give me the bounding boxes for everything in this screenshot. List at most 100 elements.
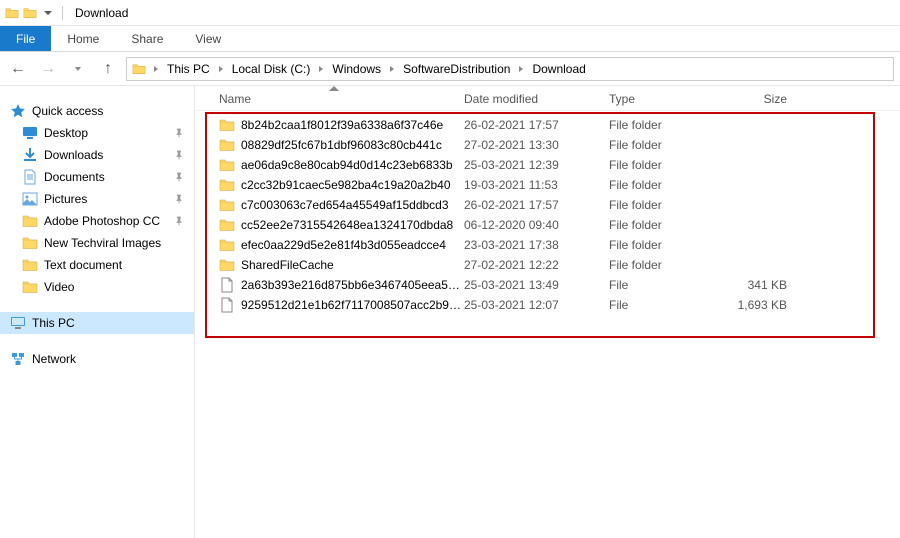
- sidebar-item-text-document[interactable]: Text document: [0, 254, 194, 276]
- qat-divider: [62, 6, 63, 20]
- file-name-cell: 08829df25fc67b1dbf96083c80cb441c: [219, 137, 464, 153]
- column-type[interactable]: Type: [609, 92, 719, 106]
- pin-icon: [174, 150, 184, 160]
- desktop-icon: [22, 125, 38, 141]
- pictures-icon: [22, 191, 38, 207]
- file-name: c7c003063c7ed654a45549af15ddbcd3: [241, 198, 449, 212]
- star-icon: [10, 103, 26, 119]
- file-row[interactable]: c7c003063c7ed654a45549af15ddbcd326-02-20…: [195, 195, 900, 215]
- file-name-cell: c7c003063c7ed654a45549af15ddbcd3: [219, 197, 464, 213]
- file-date: 27-02-2021 12:22: [464, 258, 609, 272]
- up-button[interactable]: [96, 57, 120, 81]
- title-bar: Download: [0, 0, 900, 26]
- back-button[interactable]: [6, 57, 30, 81]
- sidebar-item-documents[interactable]: Documents: [0, 166, 194, 188]
- sidebar-item-video[interactable]: Video: [0, 276, 194, 298]
- file-row[interactable]: cc52ee2e7315542648ea1324170dbda806-12-20…: [195, 215, 900, 235]
- breadcrumb-softwaredistribution[interactable]: SoftwareDistribution: [401, 62, 512, 76]
- documents-icon: [22, 169, 38, 185]
- sidebar-this-pc[interactable]: This PC: [0, 312, 194, 334]
- sidebar-item-label: Adobe Photoshop CC: [44, 214, 160, 228]
- network-icon: [10, 351, 26, 367]
- file-date: 27-02-2021 13:30: [464, 138, 609, 152]
- file-row[interactable]: ae06da9c8e80cab94d0d14c23eb6833b25-03-20…: [195, 155, 900, 175]
- file-row[interactable]: 2a63b393e216d875bb6e3467405eea5e56c...25…: [195, 275, 900, 295]
- tab-share[interactable]: Share: [115, 26, 179, 51]
- arrow-up-icon: [104, 60, 112, 78]
- breadcrumb-download[interactable]: Download: [530, 62, 587, 76]
- file-name: 9259512d21e1b62f7117008507acc2b972f7...: [241, 298, 464, 312]
- tab-home[interactable]: Home: [51, 26, 115, 51]
- file-type: File folder: [609, 238, 719, 252]
- file-name: 8b24b2caa1f8012f39a6338a6f37c46e: [241, 118, 443, 132]
- file-name: 08829df25fc67b1dbf96083c80cb441c: [241, 138, 442, 152]
- chevron-right-icon: [219, 66, 223, 72]
- column-name[interactable]: Name: [219, 92, 464, 106]
- recent-locations-button[interactable]: [66, 57, 90, 81]
- app-folder-icon: [4, 5, 20, 21]
- chevron-right-icon: [154, 66, 158, 72]
- quick-access-group: Quick access Desktop Downloads Documents Pi…: [0, 100, 194, 298]
- file-pane: Name Date modified Type Size 8b24b2caa1f…: [195, 86, 900, 538]
- file-name: c2cc32b91caec5e982ba4c19a20a2b40: [241, 178, 451, 192]
- sidebar-network[interactable]: Network: [0, 348, 194, 370]
- qat-folder-icon[interactable]: [22, 5, 38, 21]
- breadcrumb-local-disk[interactable]: Local Disk (C:): [230, 62, 313, 76]
- this-pc-icon: [10, 315, 26, 331]
- file-name: ae06da9c8e80cab94d0d14c23eb6833b: [241, 158, 453, 172]
- sidebar-item-label: Desktop: [44, 126, 88, 140]
- sidebar-item-pictures[interactable]: Pictures: [0, 188, 194, 210]
- breadcrumb-windows[interactable]: Windows: [330, 62, 383, 76]
- navigation-bar: This PC Local Disk (C:) Windows Software…: [0, 52, 900, 86]
- forward-button[interactable]: [36, 57, 60, 81]
- chevron-right-icon: [390, 66, 394, 72]
- sidebar-item-new-techviral-images[interactable]: New Techviral Images: [0, 232, 194, 254]
- file-row[interactable]: efec0aa229d5e2e81f4b3d055eadcce423-03-20…: [195, 235, 900, 255]
- downloads-icon: [22, 147, 38, 163]
- sidebar-item-desktop[interactable]: Desktop: [0, 122, 194, 144]
- column-date[interactable]: Date modified: [464, 92, 609, 106]
- sidebar-quick-access[interactable]: Quick access: [0, 100, 194, 122]
- quick-access-toolbar: [4, 5, 67, 21]
- chevron-right-icon: [319, 66, 323, 72]
- chevron-right-icon: [519, 66, 523, 72]
- pin-icon: [174, 128, 184, 138]
- file-name-cell: efec0aa229d5e2e81f4b3d055eadcce4: [219, 237, 464, 253]
- file-type: File folder: [609, 178, 719, 192]
- address-bar[interactable]: This PC Local Disk (C:) Windows Software…: [126, 57, 894, 81]
- file-name: 2a63b393e216d875bb6e3467405eea5e56c...: [241, 278, 464, 292]
- sidebar-item-label: Downloads: [44, 148, 103, 162]
- sidebar-item-label: Documents: [44, 170, 105, 184]
- file-type: File folder: [609, 198, 719, 212]
- body: Quick access Desktop Downloads Documents Pi…: [0, 86, 900, 538]
- pin-icon: [174, 216, 184, 226]
- sidebar-item-label: Pictures: [44, 192, 87, 206]
- qat-dropdown-icon[interactable]: [44, 11, 52, 15]
- file-list: 8b24b2caa1f8012f39a6338a6f37c46e26-02-20…: [195, 111, 900, 315]
- column-size[interactable]: Size: [719, 92, 799, 106]
- file-name: efec0aa229d5e2e81f4b3d055eadcce4: [241, 238, 446, 252]
- file-type: File folder: [609, 138, 719, 152]
- file-date: 25-03-2021 12:07: [464, 298, 609, 312]
- file-row[interactable]: c2cc32b91caec5e982ba4c19a20a2b40 19-03-20…: [195, 175, 900, 195]
- file-type: File folder: [609, 158, 719, 172]
- sidebar-item-downloads[interactable]: Downloads: [0, 144, 194, 166]
- file-row[interactable]: 9259512d21e1b62f7117008507acc2b972f7...2…: [195, 295, 900, 315]
- sidebar-item-adobe-photoshop-cc[interactable]: Adobe Photoshop CC: [0, 210, 194, 232]
- file-row[interactable]: 08829df25fc67b1dbf96083c80cb441c 27-02-20…: [195, 135, 900, 155]
- navigation-pane: Quick access Desktop Downloads Documents Pi…: [0, 86, 195, 538]
- tab-view[interactable]: View: [179, 26, 237, 51]
- file-row[interactable]: 8b24b2caa1f8012f39a6338a6f37c46e26-02-20…: [195, 115, 900, 135]
- file-type: File: [609, 298, 719, 312]
- file-name: SharedFileCache: [241, 258, 334, 272]
- file-date: 19-03-2021 11:53: [464, 178, 609, 192]
- file-name: cc52ee2e7315542648ea1324170dbda8: [241, 218, 453, 232]
- file-name-cell: ae06da9c8e80cab94d0d14c23eb6833b: [219, 157, 464, 173]
- file-size: 1,693 KB: [719, 298, 799, 312]
- folder-icon: [22, 257, 38, 273]
- breadcrumb-this-pc[interactable]: This PC: [165, 62, 212, 76]
- tab-file[interactable]: File: [0, 26, 51, 51]
- file-row[interactable]: SharedFileCache27-02-2021 12:22File fold…: [195, 255, 900, 275]
- this-pc-group: This PC: [0, 312, 194, 334]
- file-icon: [219, 277, 235, 293]
